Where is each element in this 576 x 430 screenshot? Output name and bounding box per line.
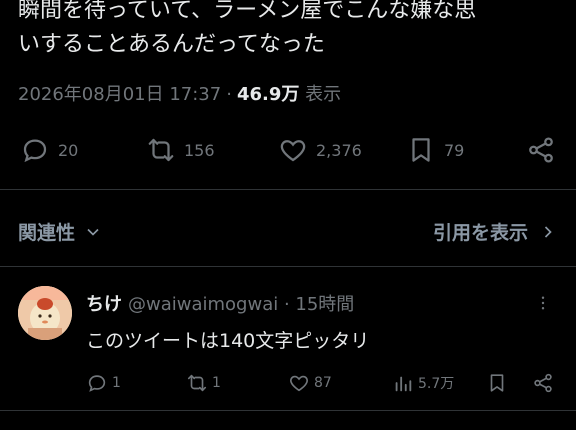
separator-dot: ·: [226, 84, 232, 105]
reply-share-button[interactable]: [532, 368, 554, 398]
retweet-icon: [187, 374, 207, 392]
views-icon: [395, 376, 412, 392]
divider-top: [0, 189, 576, 190]
reply-text: このツイートは140文字ピッタリ: [86, 330, 370, 352]
avatar-image: [18, 286, 72, 340]
more-icon: [541, 296, 545, 310]
separator-dot: ·: [278, 294, 296, 315]
views-count: 46.9万: [236, 84, 300, 105]
retweet-button[interactable]: 156: [146, 128, 215, 172]
reply-reply-button[interactable]: 1: [86, 368, 121, 398]
reply-reply-count: 1: [112, 375, 121, 391]
divider-middle: [0, 266, 576, 267]
reply-views-count: 5.7万: [418, 376, 455, 392]
reply-count: 20: [58, 140, 79, 160]
tweet-text-line-2: いすることあるんだってなった: [18, 32, 325, 57]
reply-views-button[interactable]: 5.7万: [392, 368, 454, 398]
tweet-text-line-1: 瞬間を待っていて、ラーメン屋でこんな嫌な思: [18, 0, 477, 23]
reply-time[interactable]: 15時間: [295, 294, 354, 315]
bookmark-count: 79: [444, 140, 465, 160]
bookmark-icon: [412, 138, 430, 162]
more-options-button[interactable]: [534, 294, 552, 317]
chevron-down-icon: [87, 228, 99, 236]
retweet-count: 156: [184, 140, 215, 160]
bookmark-icon: [490, 374, 504, 392]
heart-icon: [290, 375, 308, 392]
reply-tweet[interactable]: ちけ @waiwaimogwai · 15時間 このツイートは140文字ピッタリ …: [0, 278, 576, 408]
bookmark-button[interactable]: 79: [406, 128, 464, 172]
chevron-right-icon: [544, 225, 552, 238]
reply-button[interactable]: 20: [20, 128, 78, 172]
reply-icon: [88, 375, 106, 392]
quotes-label: 引用を表示: [432, 222, 528, 244]
avatar[interactable]: [18, 286, 72, 340]
tweet-datetime[interactable]: 2026年08月01日 17:37: [18, 84, 221, 105]
sort-label: 関連性: [18, 222, 76, 244]
share-icon: [529, 137, 553, 163]
heart-icon: [280, 140, 306, 162]
reply-sort-row: 関連性 引用を表示: [18, 212, 558, 252]
reply-retweet-button[interactable]: 1: [186, 368, 221, 398]
reply-icon: [23, 139, 47, 163]
divider-bottom: [0, 410, 576, 411]
like-button[interactable]: 2,376: [278, 128, 362, 172]
retweet-icon: [148, 138, 174, 162]
reply-retweet-count: 1: [212, 375, 221, 391]
reply-header: ちけ @waiwaimogwai · 15時間: [86, 290, 354, 316]
views-label: 表示: [305, 84, 342, 105]
share-button[interactable]: [526, 128, 556, 172]
share-icon: [534, 373, 552, 393]
view-quotes-link[interactable]: 引用を表示: [433, 218, 558, 245]
sort-dropdown[interactable]: 関連性: [18, 218, 103, 245]
reply-like-count: 87: [314, 375, 332, 391]
tweet-meta: 2026年08月01日 17:37 · 46.9万 表示: [18, 80, 341, 106]
tweet-actions: 20 156 2,376 79: [0, 128, 576, 172]
like-count: 2,376: [316, 140, 362, 160]
reply-like-button[interactable]: 87: [288, 368, 332, 398]
reply-actions: 1 1 87 5.7万: [86, 368, 556, 398]
reply-bookmark-button[interactable]: [486, 368, 508, 398]
reply-author-handle[interactable]: @waiwaimogwai: [128, 294, 278, 315]
reply-author-name[interactable]: ちけ: [86, 294, 122, 315]
